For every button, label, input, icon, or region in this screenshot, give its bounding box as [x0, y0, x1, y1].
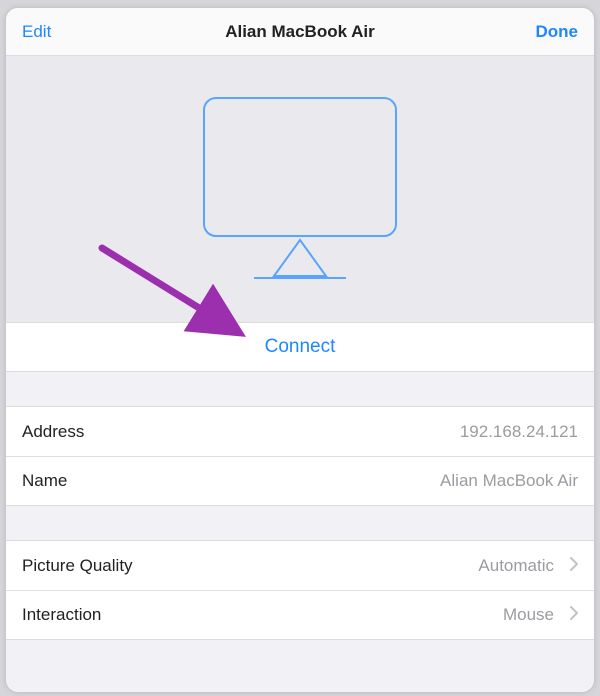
address-value: 192.168.24.121	[460, 422, 578, 442]
edit-button[interactable]: Edit	[22, 22, 82, 42]
picture-quality-row[interactable]: Picture Quality Automatic	[6, 541, 594, 590]
device-preview	[6, 56, 594, 322]
chevron-right-icon	[570, 605, 578, 625]
interaction-value: Mouse	[503, 605, 554, 625]
device-detail-sheet: Edit Alian MacBook Air Done Connect Addr…	[6, 8, 594, 692]
nav-bar: Edit Alian MacBook Air Done	[6, 8, 594, 56]
done-button[interactable]: Done	[518, 22, 578, 42]
connect-button[interactable]: Connect	[6, 322, 594, 372]
interaction-label: Interaction	[22, 605, 493, 625]
section-gap	[6, 506, 594, 540]
section-gap	[6, 372, 594, 406]
name-value: Alian MacBook Air	[440, 471, 578, 491]
name-label: Name	[22, 471, 430, 491]
page-title: Alian MacBook Air	[82, 22, 518, 42]
connect-label: Connect	[265, 336, 336, 358]
address-row: Address 192.168.24.121	[6, 407, 594, 456]
address-label: Address	[22, 422, 450, 442]
name-row: Name Alian MacBook Air	[6, 456, 594, 505]
picture-quality-label: Picture Quality	[22, 556, 468, 576]
picture-quality-value: Automatic	[478, 556, 554, 576]
details-list: Address 192.168.24.121 Name Alian MacBoo…	[6, 406, 594, 506]
settings-list: Picture Quality Automatic Interaction Mo…	[6, 540, 594, 640]
interaction-row[interactable]: Interaction Mouse	[6, 590, 594, 639]
monitor-icon	[200, 94, 400, 284]
chevron-right-icon	[570, 556, 578, 576]
